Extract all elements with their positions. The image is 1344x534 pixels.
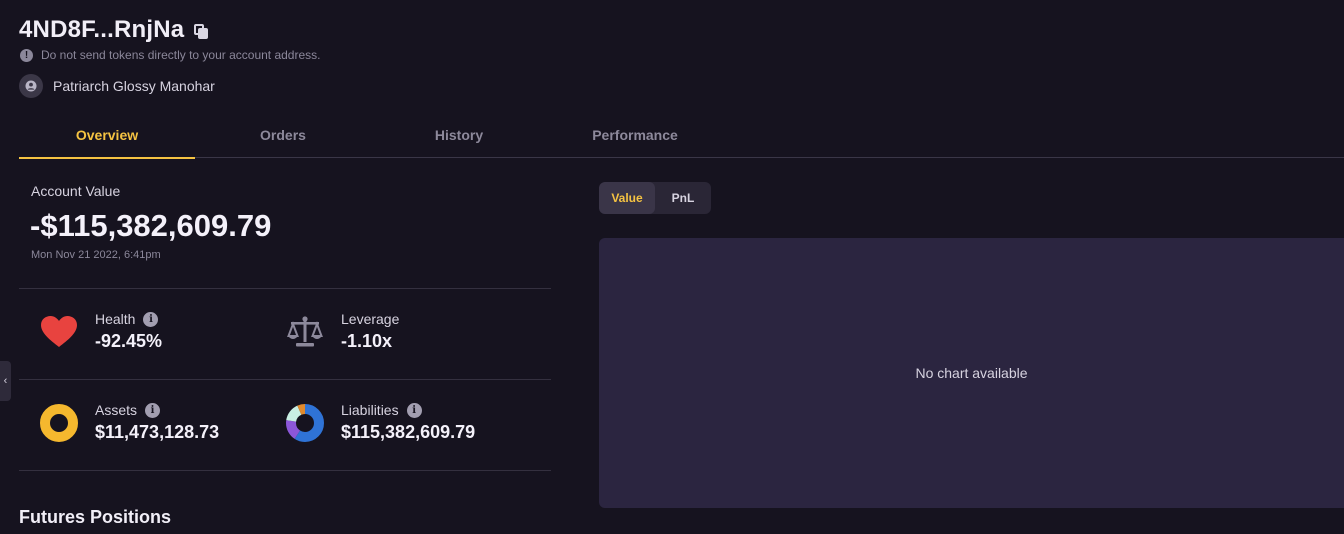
- user-avatar-icon: [19, 74, 43, 98]
- account-value-timestamp: Mon Nov 21 2022, 6:41pm: [31, 249, 161, 261]
- divider: [19, 288, 551, 289]
- divider: [19, 379, 551, 380]
- tab-bar: Overview Orders History Performance: [19, 112, 1344, 159]
- tab-history[interactable]: History: [371, 112, 547, 158]
- account-page: 4ND8F...RnjNa ! Do not send tokens direc…: [0, 0, 1344, 534]
- assets-donut-icon: [39, 403, 79, 443]
- futures-positions-title: Futures Positions: [19, 507, 172, 527]
- assets-label: Assets: [95, 402, 138, 418]
- account-header: 4ND8F...RnjNa: [19, 16, 210, 44]
- health-value: -92.45%: [95, 331, 163, 351]
- leverage-value: -1.10x: [341, 331, 393, 351]
- account-value-label: Account Value: [31, 183, 121, 199]
- tab-overview[interactable]: Overview: [19, 112, 195, 159]
- owner-name: Patriarch Glossy Manohar: [53, 78, 215, 94]
- assets-value: $11,473,128.73: [95, 422, 220, 442]
- address-warning: ! Do not send tokens directly to your ac…: [20, 48, 321, 62]
- leverage-label: Leverage: [341, 311, 400, 327]
- scales-icon: [285, 312, 325, 352]
- exclamation-icon: !: [20, 48, 33, 62]
- chart-mode-toggle: Value PnL: [599, 182, 711, 214]
- chart-panel: No chart available: [599, 238, 1344, 508]
- toggle-pnl[interactable]: PnL: [655, 182, 711, 214]
- health-label: Health: [95, 311, 136, 327]
- toggle-value[interactable]: Value: [599, 182, 655, 214]
- chevron-left-icon: ‹: [3, 375, 8, 387]
- collapse-sidebar-button[interactable]: ‹: [0, 361, 11, 401]
- liabilities-stat: Liabilities i $115,382,609.79: [285, 402, 475, 443]
- chart-empty-message: No chart available: [915, 365, 1028, 381]
- leverage-stat: Leverage -1.10x: [285, 311, 399, 352]
- info-icon[interactable]: i: [143, 311, 159, 327]
- info-icon[interactable]: i: [406, 402, 422, 418]
- account-value: -$115,382,609.79: [30, 208, 272, 243]
- divider: [19, 470, 551, 471]
- account-owner: Patriarch Glossy Manohar: [19, 74, 215, 98]
- info-icon[interactable]: i: [145, 402, 161, 418]
- tab-performance[interactable]: Performance: [547, 112, 723, 158]
- tab-orders[interactable]: Orders: [195, 112, 371, 158]
- health-stat: Health i -92.45%: [39, 311, 162, 352]
- address-warning-text: Do not send tokens directly to your acco…: [41, 48, 321, 62]
- liabilities-label: Liabilities: [341, 402, 399, 418]
- assets-stat: Assets i $11,473,128.73: [39, 402, 219, 443]
- liabilities-value: $115,382,609.79: [341, 422, 476, 442]
- liabilities-donut-icon: [285, 403, 325, 443]
- account-address: 4ND8F...RnjNa: [19, 16, 185, 43]
- heart-icon: [39, 312, 79, 352]
- copy-icon[interactable]: [194, 23, 210, 40]
